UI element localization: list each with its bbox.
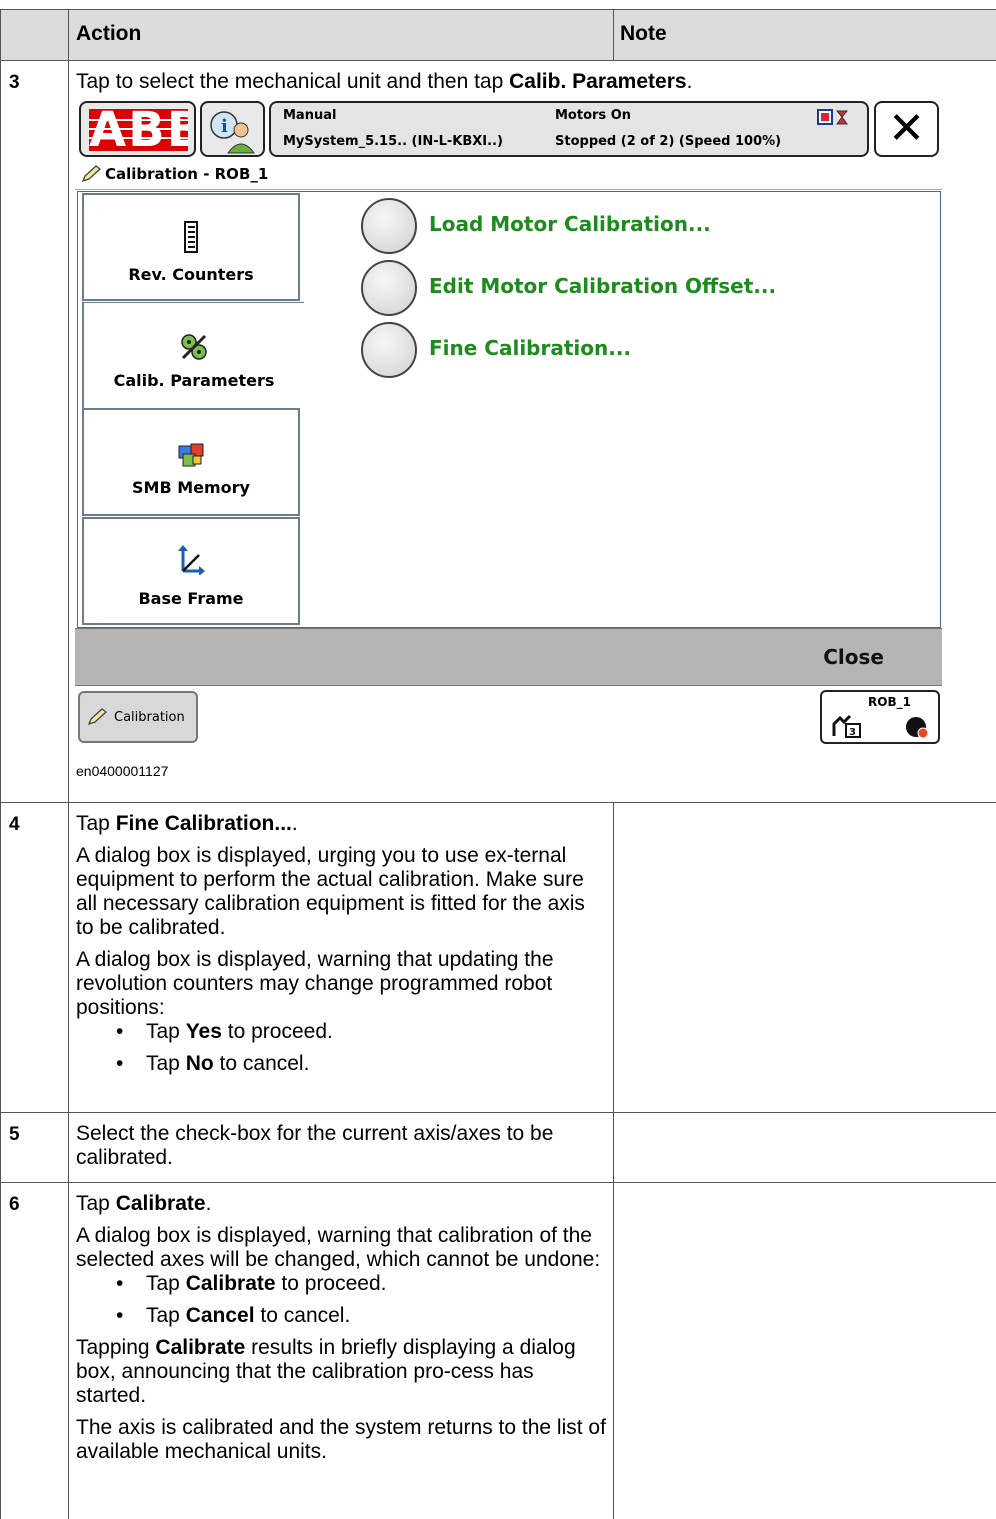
operator-info-icon: i — [210, 111, 255, 154]
step-5-text: Select the check-box for the current axi… — [76, 1122, 608, 1178]
option-label: Fine Calibration... — [429, 336, 632, 360]
status-bar[interactable]: Manual MySystem_5.15.. (IN-L-KBXI..) Mot… — [269, 101, 869, 157]
calibration-pencil-icon — [81, 165, 102, 183]
smb-memory-icon — [178, 443, 204, 467]
step-6-p2: A dialog box is displayed, warning that … — [76, 1224, 601, 1271]
radio-button[interactable] — [361, 198, 417, 254]
svg-text:3: 3 — [849, 727, 856, 738]
step-3-text-bold: Calib. Parameters — [509, 70, 687, 93]
step-4-bullets: Tap Yes to proceed. Tap No to cancel. — [76, 1020, 608, 1076]
base-frame-icon — [178, 545, 205, 575]
tab-calib-parameters[interactable]: Calib. Parameters — [82, 302, 304, 410]
motors-state: Motors On — [555, 108, 631, 123]
svg-text:i: i — [221, 116, 228, 137]
program-state: Stopped (2 of 2) (Speed 100%) — [555, 134, 782, 149]
close-window-button[interactable]: ✕ — [874, 101, 939, 157]
quickset-mechanical-unit-button[interactable]: ROB_1 3 — [820, 690, 940, 744]
tab-smb-memory[interactable]: SMB Memory — [82, 408, 300, 516]
jog-mode-icon: 3 — [832, 714, 929, 739]
step-6-p3: Tapping Calibrate results in briefly dis… — [76, 1336, 576, 1407]
tab-rev-counters[interactable]: Rev. Counters — [82, 193, 300, 301]
ruler-icon — [184, 221, 198, 253]
close-icon: ✕ — [888, 103, 925, 154]
step-6-bullets: Tap Calibrate to proceed. Tap Cancel to … — [76, 1272, 608, 1328]
step-5-p1: Select the check-box for the current axi… — [76, 1122, 554, 1169]
close-button[interactable]: Close — [823, 645, 884, 669]
tab-label: Calib. Parameters — [113, 371, 275, 390]
abb-logo-icon: ABB — [89, 109, 188, 151]
list-item: Tap Calibrate to proceed. — [76, 1272, 608, 1296]
table-rule — [0, 60, 996, 61]
table-rule — [68, 9, 69, 1519]
operating-mode: Manual — [283, 108, 337, 123]
abb-logo-text: ABB — [89, 109, 188, 151]
option-label: Load Motor Calibration... — [429, 212, 711, 236]
tab-label: Rev. Counters — [128, 265, 254, 284]
option-label: Edit Motor Calibration Offset... — [429, 274, 777, 298]
step-4-p1: Tap Fine Calibration.... — [76, 812, 298, 835]
command-bar: Close — [75, 628, 942, 686]
window-title-bar: Calibration - ROB_1 — [75, 160, 942, 190]
step-6-text: Tap Calibrate. A dialog box is displayed… — [76, 1192, 608, 1472]
step-number: 5 — [9, 1124, 20, 1145]
calibration-panel: Rev. Counters Calib. Parameters SMB Memo… — [77, 191, 941, 628]
step-4-p2: A dialog box is displayed, urging you to… — [76, 844, 585, 939]
step-6-p4: The axis is calibrated and the system re… — [76, 1416, 606, 1463]
list-item: Tap No to cancel. — [76, 1052, 608, 1076]
column-header-note: Note — [620, 22, 667, 45]
step-3-text: Tap to select the mechanical unit and th… — [76, 70, 976, 94]
column-header-action: Action — [76, 22, 142, 45]
radio-button[interactable] — [361, 322, 417, 378]
table-rule — [613, 802, 614, 1519]
flexpendant-screenshot: ABB i Manual MySystem_5.15.. (IN-L-KBXI.… — [75, 98, 942, 748]
table-rule — [613, 9, 614, 60]
system-name: MySystem_5.15.. (IN-L-KBXI..) — [283, 134, 503, 149]
step-4-text: Tap Fine Calibration.... A dialog box is… — [76, 812, 608, 1084]
table-rule — [0, 9, 996, 10]
table-rule — [0, 1112, 996, 1113]
table-rule — [0, 802, 996, 803]
taskbar-task-label: Calibration — [114, 710, 185, 725]
step-number: 3 — [9, 72, 20, 93]
list-item: Tap Yes to proceed. — [76, 1020, 608, 1044]
flexpendant-top-bar: ABB i Manual MySystem_5.15.. (IN-L-KBXI.… — [75, 98, 942, 160]
table-rule — [0, 9, 1, 1519]
table-rule — [0, 1182, 996, 1183]
list-item: Tap Cancel to cancel. — [76, 1304, 608, 1328]
document-page: Action Note 3 Tap to select the mechanic… — [0, 0, 996, 1519]
calibration-pencil-icon — [87, 708, 108, 726]
mechanical-unit-label: ROB_1 — [868, 695, 911, 709]
step-number: 4 — [9, 814, 20, 835]
tab-base-frame[interactable]: Base Frame — [82, 517, 300, 625]
tab-label: SMB Memory — [132, 478, 250, 497]
taskbar: Calibration ROB_1 3 — [75, 686, 942, 748]
radio-button[interactable] — [361, 260, 417, 316]
figure-caption: en0400001127 — [76, 763, 169, 779]
step-number: 6 — [9, 1194, 20, 1215]
event-log-button[interactable]: i — [200, 101, 265, 157]
abb-menu-button[interactable]: ABB — [79, 101, 196, 157]
table-header-row — [0, 9, 996, 60]
step-4-p3: A dialog box is displayed, warning that … — [76, 948, 554, 1019]
step-3-text-post: . — [686, 70, 693, 93]
calib-parameters-icon — [181, 334, 207, 360]
window-title: Calibration - ROB_1 — [105, 165, 269, 183]
tab-label: Base Frame — [138, 589, 244, 608]
taskbar-calibration-button[interactable]: Calibration — [78, 691, 198, 743]
step-3-text-pre: Tap to select the mechanical unit and th… — [76, 70, 510, 93]
step-6-p1: Tap Calibrate. — [76, 1192, 212, 1215]
task-status-icon — [817, 109, 849, 125]
